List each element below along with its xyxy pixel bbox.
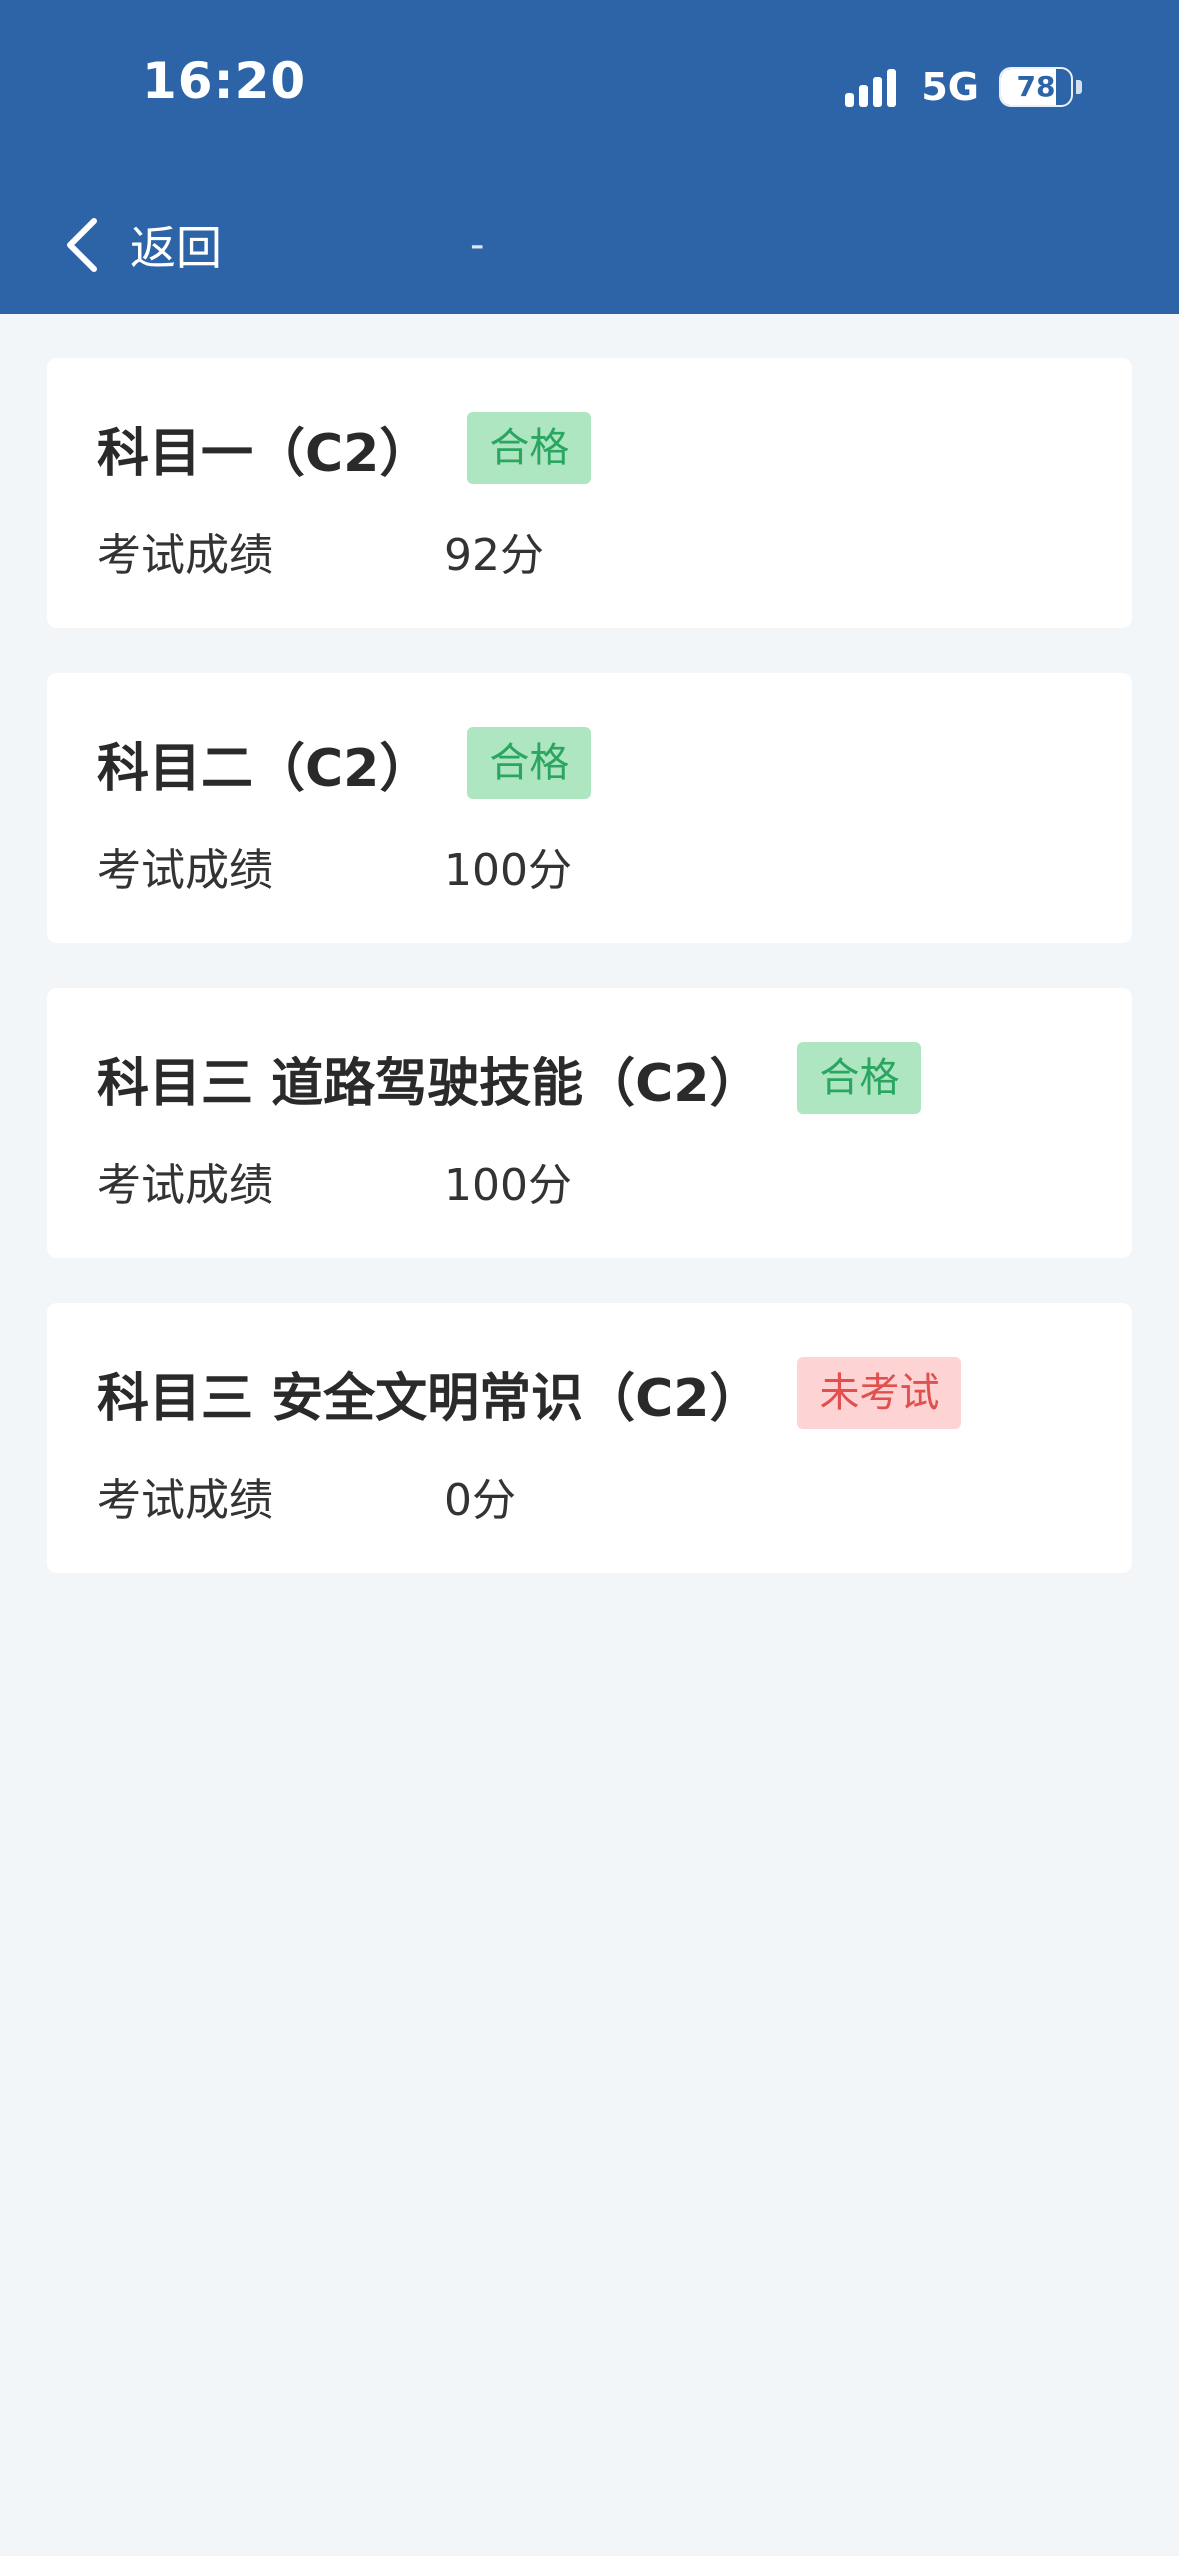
score-value: 100分 — [444, 1160, 572, 1211]
status-badge: 合格 — [797, 1042, 922, 1114]
subject-title: 科目一（C2） — [97, 423, 432, 484]
score-value: 100分 — [444, 845, 572, 896]
back-button[interactable]: 返回 — [62, 210, 222, 280]
app-header: 16:20 5G 78 返回 - — [0, 0, 1179, 314]
chevron-left-icon — [67, 218, 97, 272]
score-label: 考试成绩 — [97, 530, 273, 581]
result-card-subject-2: 科目二（C2） 合格 考试成绩 100分 — [47, 673, 1132, 943]
result-card-subject-1: 科目一（C2） 合格 考试成绩 92分 — [47, 358, 1132, 628]
result-card-subject-3-safety: 科目三 安全文明常识（C2） 未考试 考试成绩 0分 — [47, 1303, 1132, 1573]
subject-title: 科目三 道路驾驶技能（C2） — [97, 1053, 762, 1114]
result-card-subject-3-driving: 科目三 道路驾驶技能（C2） 合格 考试成绩 100分 — [47, 988, 1132, 1258]
subject-title: 科目二（C2） — [97, 738, 432, 799]
battery-level: 78 — [1016, 70, 1056, 103]
status-badge: 合格 — [467, 727, 592, 799]
subject-title: 科目三 安全文明常识（C2） — [97, 1368, 762, 1429]
page-title: - — [470, 222, 485, 268]
score-value: 92分 — [444, 530, 544, 581]
battery-icon: 78 — [999, 67, 1073, 107]
status-time: 16:20 — [142, 52, 307, 110]
score-value: 0分 — [444, 1475, 516, 1526]
battery-cap — [1076, 80, 1082, 94]
status-badge: 未考试 — [797, 1357, 962, 1429]
score-label: 考试成绩 — [97, 845, 273, 896]
score-label: 考试成绩 — [97, 1475, 273, 1526]
status-badge: 合格 — [467, 412, 592, 484]
cellular-signal-icon — [845, 67, 901, 107]
score-label: 考试成绩 — [97, 1160, 273, 1211]
status-indicators: 5G 78 — [845, 64, 1082, 110]
network-type: 5G — [921, 65, 979, 109]
back-label: 返回 — [130, 221, 222, 275]
